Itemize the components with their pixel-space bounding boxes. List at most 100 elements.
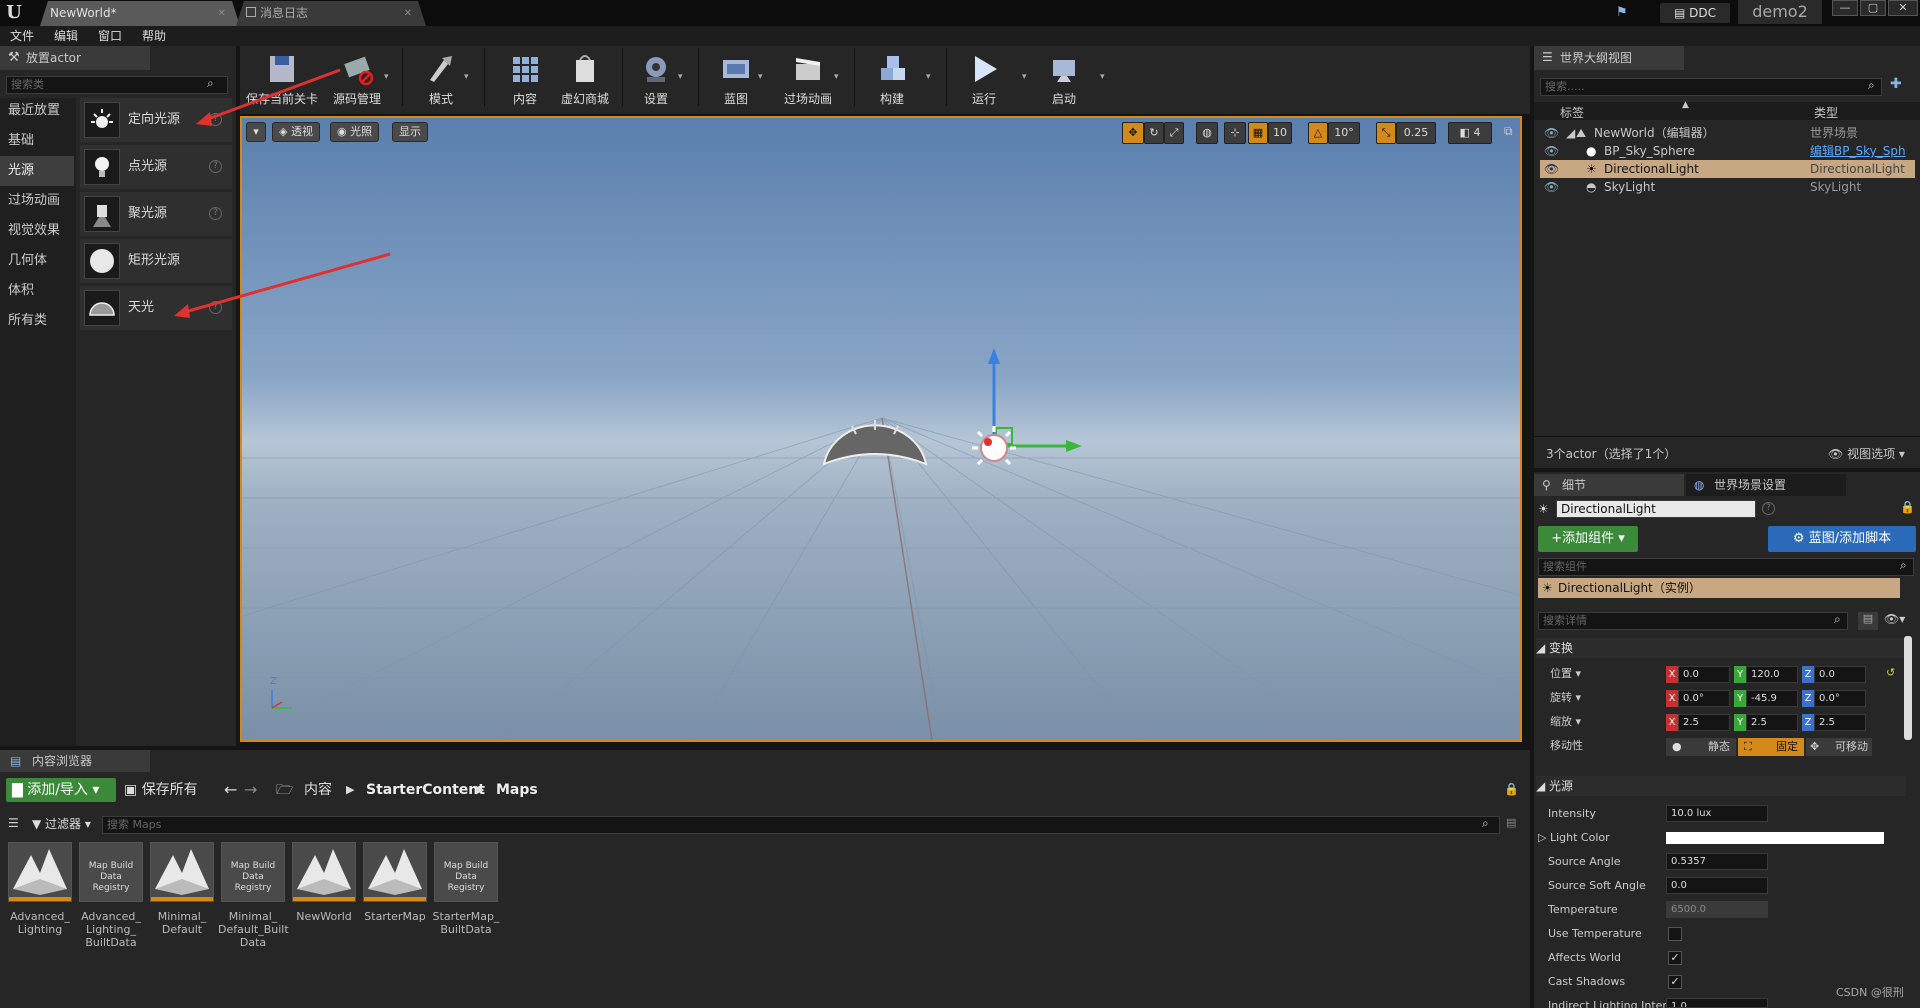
- content-browser-tab[interactable]: ▤ 内容浏览器: [0, 750, 150, 772]
- viewport-options-button[interactable]: ▾: [246, 122, 266, 142]
- location-z-input[interactable]: 0.0: [1814, 666, 1866, 683]
- outliner-row-selected[interactable]: 👁 ☀ DirectionalLight DirectionalLight: [1540, 160, 1915, 178]
- tab-details[interactable]: ⚲ 细节: [1534, 474, 1684, 496]
- chevron-down-icon[interactable]: ▾: [926, 72, 931, 82]
- chevron-down-icon[interactable]: ▾: [678, 72, 683, 82]
- launch-button[interactable]: 启动: [1038, 50, 1090, 106]
- lock-icon[interactable]: 🔒: [1504, 782, 1519, 796]
- category-basic[interactable]: 基础: [0, 126, 74, 156]
- indirect-lighting-input[interactable]: 1.0: [1666, 998, 1768, 1008]
- help-icon[interactable]: ?: [209, 113, 222, 126]
- actor-item-sky-light[interactable]: 天光?: [80, 286, 232, 330]
- eye-icon[interactable]: 👁: [1544, 124, 1559, 142]
- rotation-snap-icon[interactable]: △: [1308, 122, 1328, 144]
- add-folder-icon[interactable]: ✚: [1890, 76, 1902, 92]
- component-search-input[interactable]: 搜索组件: [1538, 558, 1914, 576]
- asset-tile[interactable]: [150, 842, 214, 902]
- rotation-y-input[interactable]: -45.9: [1746, 690, 1798, 707]
- show-button[interactable]: 显示: [392, 122, 428, 142]
- minimize-button[interactable]: —: [1832, 0, 1858, 16]
- reset-to-default-icon[interactable]: ↺: [1886, 666, 1895, 679]
- tab-world-settings[interactable]: ◍ 世界场景设置: [1686, 474, 1846, 496]
- outliner-row[interactable]: 👁 ● BP_Sky_Sphere 编辑BP_Sky_Sph: [1540, 142, 1915, 160]
- menu-help[interactable]: 帮助: [142, 26, 166, 46]
- chevron-down-icon[interactable]: ▾: [758, 72, 763, 82]
- category-geometry[interactable]: 几何体: [0, 246, 74, 276]
- back-icon[interactable]: ←: [224, 778, 237, 802]
- actor-item-spot-light[interactable]: 聚光源?: [80, 192, 232, 236]
- rotation-z-input[interactable]: 0.0°: [1814, 690, 1866, 707]
- actor-item-point-light[interactable]: 点光源?: [80, 145, 232, 189]
- chevron-down-icon[interactable]: ▾: [1100, 72, 1105, 82]
- close-icon[interactable]: ✕: [218, 1, 226, 26]
- expand-icon[interactable]: ◢: [1566, 124, 1575, 142]
- surface-snap-icon[interactable]: ⊹: [1224, 122, 1246, 144]
- asset-tile[interactable]: Map Build Data Registry: [434, 842, 498, 902]
- help-icon[interactable]: ?: [209, 301, 222, 314]
- breadcrumb-separator-icon[interactable]: ▶: [346, 778, 354, 802]
- transform-section-header[interactable]: ◢ 变换: [1536, 638, 1906, 658]
- grid-snap-icon[interactable]: ▦: [1248, 122, 1268, 144]
- blueprint-add-script-button[interactable]: ⚙ 蓝图/添加脚本: [1768, 526, 1916, 552]
- edit-blueprint-link[interactable]: 编辑BP_Sky_Sph: [1810, 142, 1906, 160]
- source-soft-angle-input[interactable]: 0.0: [1666, 877, 1768, 894]
- location-x-input[interactable]: 0.0: [1678, 666, 1730, 683]
- mobility-movable-option[interactable]: ✥ 可移动: [1806, 738, 1872, 756]
- filters-button[interactable]: ▼ 过滤器 ▾: [32, 814, 91, 834]
- eye-icon[interactable]: 👁: [1544, 178, 1559, 196]
- eye-icon[interactable]: 👁: [1544, 142, 1559, 160]
- tab-message-log[interactable]: 消息日志 ✕: [236, 1, 426, 26]
- lock-icon[interactable]: 🔒: [1900, 500, 1915, 514]
- category-cinematic[interactable]: 过场动画: [0, 186, 74, 216]
- sources-panel-icon[interactable]: ☰: [8, 816, 19, 830]
- tab-newworld[interactable]: NewWorld* ✕: [40, 1, 240, 26]
- skylight-gizmo-icon[interactable]: [820, 408, 930, 468]
- asset-tile[interactable]: [363, 842, 427, 902]
- prop-light-color-label[interactable]: ▷ Light Color: [1538, 828, 1610, 848]
- maximize-button[interactable]: ▢: [1860, 0, 1886, 16]
- category-lights[interactable]: 光源: [0, 156, 74, 186]
- location-label[interactable]: 位置 ▾: [1550, 664, 1581, 684]
- breadcrumb-separator-icon[interactable]: ▶: [476, 778, 484, 802]
- light-section-header[interactable]: ◢ 光源: [1536, 776, 1906, 796]
- asset-tile[interactable]: [292, 842, 356, 902]
- asset-search-input[interactable]: 搜索 Maps: [102, 816, 1500, 834]
- content-button[interactable]: 内容: [494, 50, 556, 106]
- menu-window[interactable]: 窗口: [98, 26, 122, 46]
- breadcrumb-maps[interactable]: Maps: [496, 778, 538, 802]
- category-all-classes[interactable]: 所有类: [0, 306, 74, 336]
- cast-shadows-checkbox[interactable]: ✓: [1668, 975, 1682, 989]
- details-scrollbar[interactable]: [1904, 636, 1912, 740]
- intensity-input[interactable]: 10.0 lux: [1666, 805, 1768, 822]
- scale-snap-icon[interactable]: ⤡: [1376, 122, 1396, 144]
- add-import-button[interactable]: ▇ 添加/导入 ▾: [6, 778, 116, 802]
- outliner-row[interactable]: 👁 ◢ ⛰ NewWorld（编辑器） 世界场景: [1540, 124, 1915, 142]
- camera-speed-button[interactable]: ◧ 4: [1448, 122, 1492, 144]
- rotate-mode-icon[interactable]: ↻: [1144, 122, 1164, 144]
- view-options-button[interactable]: 👁 视图选项 ▾: [1828, 445, 1905, 462]
- outliner-row[interactable]: 👁 ◓ SkyLight SkyLight: [1540, 178, 1915, 196]
- col-type[interactable]: 类型: [1814, 104, 1838, 121]
- breadcrumb-startercontent[interactable]: StarterContent: [366, 778, 485, 802]
- grid-snap-value[interactable]: 10: [1268, 122, 1292, 144]
- light-color-swatch[interactable]: [1666, 832, 1884, 844]
- use-temperature-checkbox[interactable]: [1668, 927, 1682, 941]
- help-icon[interactable]: ?: [209, 207, 222, 220]
- eye-icon[interactable]: 👁: [1544, 160, 1559, 178]
- help-icon[interactable]: ?: [209, 160, 222, 173]
- transform-gizmo[interactable]: [932, 344, 1092, 484]
- add-component-button[interactable]: +添加组件 ▾: [1538, 526, 1638, 552]
- chevron-down-icon[interactable]: ▾: [464, 72, 469, 82]
- class-search-input[interactable]: 搜索类: [6, 76, 228, 94]
- category-volumes[interactable]: 体积: [0, 276, 74, 306]
- source-angle-input[interactable]: 0.5357: [1666, 853, 1768, 870]
- scale-mode-icon[interactable]: ⤢: [1164, 122, 1184, 144]
- actor-item-directional-light[interactable]: 定向光源?: [80, 98, 232, 142]
- level-viewport[interactable]: Z: [240, 116, 1522, 742]
- asset-tile[interactable]: [8, 842, 72, 902]
- flag-icon[interactable]: ⚑: [1616, 5, 1632, 21]
- menu-file[interactable]: 文件: [10, 26, 34, 46]
- affects-world-checkbox[interactable]: ✓: [1668, 951, 1682, 965]
- forward-icon[interactable]: →: [244, 778, 257, 802]
- details-search-input[interactable]: 搜索详情: [1538, 612, 1848, 630]
